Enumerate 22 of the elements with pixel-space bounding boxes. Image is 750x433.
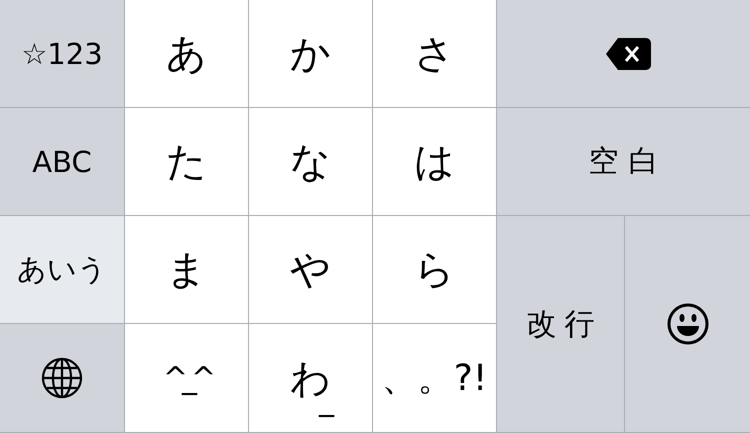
kana-key[interactable]: さ bbox=[373, 0, 496, 107]
kana-key[interactable]: な bbox=[249, 108, 372, 215]
kana-key[interactable]: ま bbox=[125, 216, 248, 323]
kana-key[interactable]: 、。?! bbox=[373, 324, 496, 432]
kana-key[interactable]: か bbox=[249, 0, 372, 107]
delete-key[interactable] bbox=[497, 0, 750, 107]
kana-key[interactable]: た bbox=[125, 108, 248, 215]
return-key[interactable]: 改行 bbox=[497, 216, 624, 432]
globe-icon bbox=[41, 357, 83, 399]
space-key[interactable]: 空白 bbox=[497, 108, 750, 215]
globe-key[interactable] bbox=[0, 324, 124, 432]
mode-key[interactable]: あいう bbox=[0, 216, 124, 323]
kana-key[interactable]: ら bbox=[373, 216, 496, 323]
smiley-icon bbox=[666, 303, 708, 345]
kana-key[interactable]: は bbox=[373, 108, 496, 215]
mode-key[interactable]: ☆123 bbox=[0, 0, 124, 107]
emoji-key[interactable] bbox=[625, 216, 750, 432]
mode-key[interactable]: ABC bbox=[0, 108, 124, 215]
emoticon-key[interactable]: ^_^ bbox=[125, 324, 248, 432]
kana-key[interactable]: あ bbox=[125, 0, 248, 107]
kana-key[interactable]: や bbox=[249, 216, 372, 323]
delete-icon bbox=[606, 38, 651, 70]
